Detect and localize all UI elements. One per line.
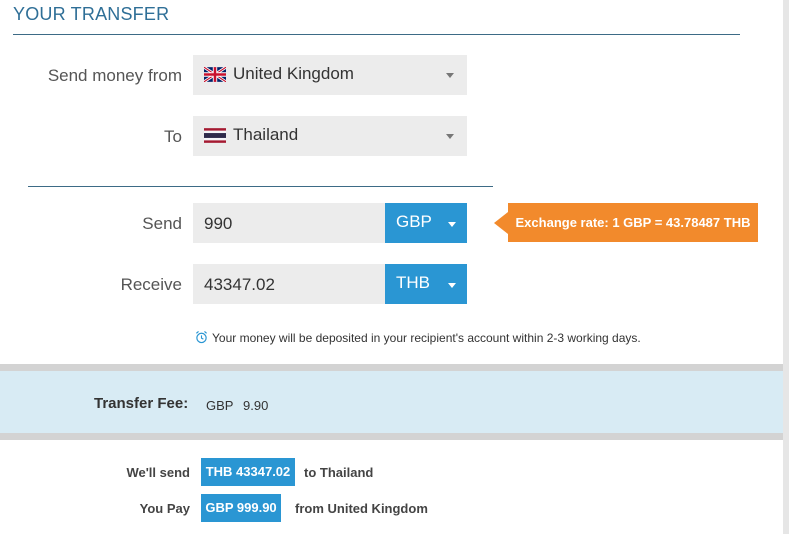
deposit-notice-text: Your money will be deposited in your rec… [212,331,641,345]
form-divider [28,186,493,187]
transfer-fee-label: Transfer Fee: [94,395,189,412]
section-divider-top [0,364,783,371]
chevron-down-icon [448,283,456,288]
to-label: To [164,127,182,146]
send-from-label: Send money from [47,66,182,85]
send-from-select[interactable]: United Kingdom [193,55,467,95]
transfer-fee-value: 9.90 [243,398,269,413]
chevron-down-icon [448,222,456,227]
deposit-notice: Your money will be deposited in your rec… [195,330,641,345]
you-pay-label: You Pay [139,501,190,516]
send-from-value: United Kingdom [233,64,354,83]
transfer-fee-currency: GBP [206,398,234,413]
we-send-amount: THB 43347.02 [201,458,295,486]
section-divider-bottom [0,433,783,440]
chevron-down-icon [446,134,454,139]
exchange-rate-tag: Exchange rate: 1 GBP = 43.78487 THB [508,203,758,242]
rate-tag-pointer [494,212,508,234]
receive-currency-code: THB [396,273,430,292]
send-label: Send [142,214,182,233]
page-title: YOUR TRANSFER [13,4,170,24]
thailand-flag-icon [204,128,226,143]
send-currency-button[interactable]: GBP [385,203,467,243]
receive-amount-input[interactable]: 43347.02 [193,264,385,304]
chevron-down-icon [446,73,454,78]
to-country-select[interactable]: Thailand [193,116,467,156]
title-divider [13,34,740,35]
we-send-destination: to Thailand [304,465,374,480]
receive-amount-value: 43347.02 [204,275,275,294]
receive-label: Receive [120,275,182,294]
send-amount-value: 990 [204,214,233,233]
you-pay-amount: GBP 999.90 [201,494,281,522]
send-currency-code: GBP [396,212,432,231]
right-edge-border [783,0,789,534]
send-amount-input[interactable]: 990 [193,203,385,243]
to-country-value: Thailand [233,125,299,144]
receive-currency-button[interactable]: THB [385,264,467,304]
uk-flag-icon [204,67,226,82]
we-send-label: We'll send [126,465,190,480]
you-pay-source: from United Kingdom [295,501,428,516]
alarm-clock-icon [195,330,208,344]
